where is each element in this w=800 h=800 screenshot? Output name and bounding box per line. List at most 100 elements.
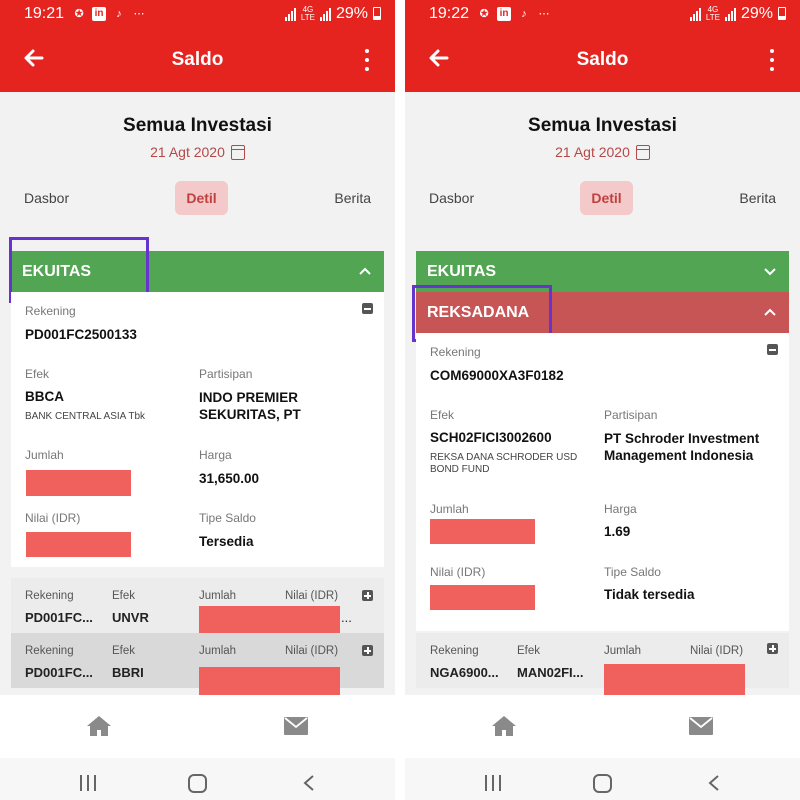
page-title: Saldo [576,48,629,70]
rekening-value: COM69000XA3F0182 [430,368,564,383]
system-back-icon[interactable] [707,775,721,791]
row-efek-label: Efek [517,645,541,657]
date-value: 21 Agt 2020 [150,144,225,160]
tab-detil[interactable]: Detil [175,181,228,215]
efek-value: SCH02FICI3002600 [430,430,552,445]
holding-row[interactable]: Rekening NGA6900... Efek MAN02FI... Juml… [416,633,789,700]
date-value: 21 Agt 2020 [555,144,630,160]
efek-value: BBCA [25,389,64,404]
system-home-icon[interactable] [188,774,207,793]
kebab-menu-icon[interactable] [768,49,776,71]
row-nilai-label: Nilai (IDR) [285,645,339,657]
plus-box-icon[interactable] [362,645,373,656]
date-picker[interactable]: 21 Agt 2020 [405,144,800,160]
signal-icon [689,7,701,21]
network-type: 4G LTE [300,4,315,22]
row-rekening-value: NGA6900... [430,665,499,680]
section-label: EKUITAS [427,262,497,280]
tab-berita[interactable]: Berita [739,181,776,215]
chevron-up-icon [764,308,776,316]
tab-detil[interactable]: Detil [580,181,633,215]
redacted-jumlah [430,519,535,544]
calendar-icon[interactable] [635,144,650,160]
rekening-value: PD001FC2500133 [25,327,137,342]
tab-berita[interactable]: Berita [334,181,371,215]
holding-row[interactable]: Rekening PD001FC... Efek BBRI Jumlah Nil… [11,633,384,701]
row-rekening-label: Rekening [25,590,74,602]
harga-value: 1.69 [604,524,631,539]
tipe-saldo-label: Tipe Saldo [199,511,256,525]
partisipan-value: PT Schroder Investment Management Indone… [604,431,760,463]
bottom-nav [0,695,395,758]
row-efek-value: UNVR [112,610,149,625]
harga-value: 31,650.00 [199,471,260,486]
plus-box-icon[interactable] [767,643,778,654]
harga-label: Harga [199,448,232,462]
back-arrow-icon[interactable] [427,46,451,70]
tab-dasbor[interactable]: Dasbor [24,181,69,215]
status-bar: 19:22 ✪ in ♪ ⋯ 4G LTE 29% [405,0,800,27]
row-jumlah-label: Jumlah [604,645,642,657]
efek-label: Efek [430,408,455,422]
row-rekening-label: Rekening [430,645,479,657]
kebab-menu-icon[interactable] [363,49,371,71]
harga-label: Harga [604,502,637,516]
system-back-icon[interactable] [302,775,316,791]
nilai-label: Nilai (IDR) [25,511,81,525]
battery-icon [373,7,381,20]
signal-icon [284,7,296,21]
page-title: Saldo [171,48,224,70]
portfolio-title: Semua Investasi [528,115,677,136]
row-nilai-ellipsis: ... [341,610,352,625]
signal-icon-2 [724,7,736,21]
system-home-icon[interactable] [593,774,612,793]
row-efek-value: BBRI [112,665,144,680]
tipe-saldo-value: Tersedia [199,534,254,549]
home-icon[interactable] [86,715,112,737]
mail-icon[interactable] [689,717,713,735]
tipe-saldo-label: Tipe Saldo [604,565,661,579]
row-efek-value: MAN02FI... [517,665,584,680]
row-nilai-label: Nilai (IDR) [690,645,744,657]
tiktok-status-icon: ♪ [116,7,122,20]
holding-row[interactable]: Rekening PD001FC... Efek UNVR Jumlah Nil… [11,578,384,640]
tab-dasbor[interactable]: Dasbor [429,181,474,215]
battery-percent: 29% [740,4,773,22]
app-bar: Saldo [405,27,800,92]
back-arrow-icon[interactable] [22,46,46,70]
row-rekening-label: Rekening [25,645,74,657]
screen-right: 19:22 ✪ in ♪ ⋯ 4G LTE 29% Saldo Semua Inv… [405,0,800,800]
more-status-icon: ⋯ [538,8,550,20]
jumlah-label: Jumlah [25,448,64,462]
holding-detail-card: Rekening PD001FC2500133 Efek BBCA BANK C… [11,292,384,567]
screen-left: 19:21 ✪ in ♪ ⋯ 4G LTE 29% Saldo Semua Inv… [0,0,395,800]
date-picker[interactable]: 21 Agt 2020 [0,144,395,160]
plus-box-icon[interactable] [362,590,373,601]
status-time: 19:22 [429,4,470,22]
signal-icon-2 [319,7,331,21]
bottom-nav [405,695,800,758]
row-efek-label: Efek [112,590,136,602]
minus-box-icon[interactable] [362,303,373,314]
tab-bar: Dasbor Detil Berita [0,181,395,221]
calendar-icon[interactable] [230,144,245,160]
rekening-label: Rekening [430,345,481,359]
mail-icon[interactable] [284,717,308,735]
efek-label: Efek [25,367,50,381]
minus-box-icon[interactable] [767,344,778,355]
home-icon[interactable] [491,715,517,737]
more-status-icon: ⋯ [133,8,145,20]
row-rekening-value: PD001FC... [25,665,93,680]
battery-percent: 29% [335,4,368,22]
linkedin-status-icon: in [92,6,107,21]
row-nilai-label: Nilai (IDR) [285,590,339,602]
row-rekening-value: PD001FC... [25,610,93,625]
recent-apps-icon[interactable] [80,775,96,791]
status-time: 19:21 [24,4,65,22]
tiktok-status-icon: ♪ [521,7,527,20]
nilai-label: Nilai (IDR) [430,565,486,579]
recent-apps-icon[interactable] [485,775,501,791]
efek-description: BANK CENTRAL ASIA Tbk [25,411,146,422]
jumlah-label: Jumlah [430,502,469,516]
holding-detail-card: Rekening COM69000XA3F0182 Efek SCH02FICI… [416,333,789,631]
